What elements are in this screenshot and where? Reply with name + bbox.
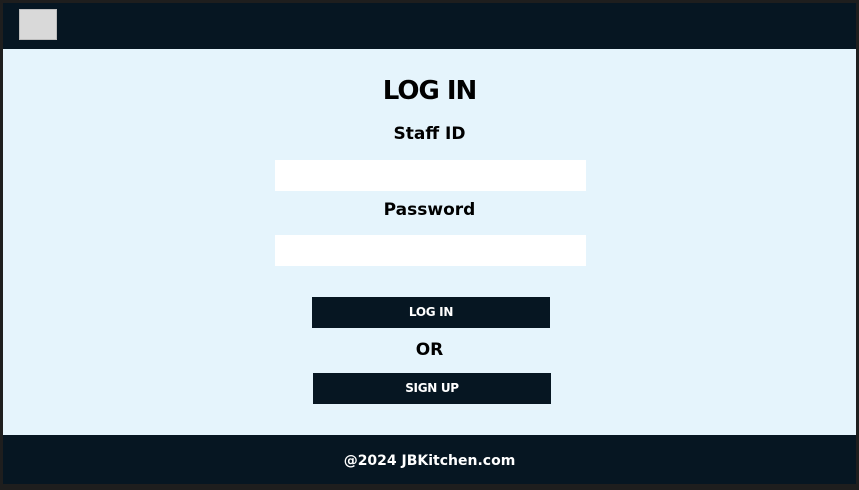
login-button[interactable]: LOG IN (312, 297, 550, 328)
logo-icon[interactable] (19, 9, 57, 40)
top-header (3, 3, 856, 49)
footer: @2024 JBKitchen.com (3, 435, 856, 484)
signup-button[interactable]: SIGN UP (313, 373, 551, 404)
password-input[interactable] (275, 235, 586, 266)
or-divider-text: OR (415, 340, 444, 360)
page-title: LOG IN (382, 76, 478, 106)
staff-id-input[interactable] (275, 160, 586, 191)
app-window: LOG IN Staff ID Password LOG IN OR SIGN … (3, 3, 856, 484)
password-label: Password (383, 200, 476, 220)
footer-copyright: @2024 JBKitchen.com (343, 453, 516, 469)
staff-id-label: Staff ID (393, 124, 466, 144)
